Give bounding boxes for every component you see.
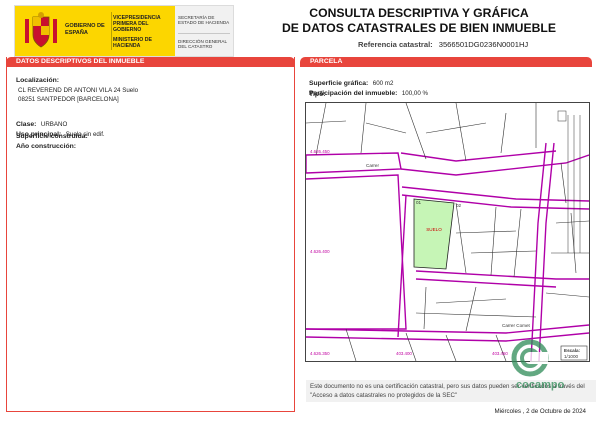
anio-construccion-label: Año construcción: (16, 143, 77, 150)
localizacion-label: Localización: (16, 77, 60, 84)
parcel-header: PARCELA (300, 57, 592, 67)
watermark-text: cocampo (516, 379, 565, 391)
localizacion-line1: CL REVEREND DR ANTONI VILA 24 Suelo (18, 87, 139, 94)
coord-bottom-1: 403.400 (396, 351, 412, 356)
document-date: Miércoles , 2 de Octubre de 2024 (494, 408, 587, 415)
page-title-line1: CONSULTA DESCRIPTIVA Y GRÁFICA (309, 6, 529, 20)
participacion-row: Participación del inmueble: 100,00 % (309, 82, 428, 100)
plot-01-label: 01 (416, 200, 422, 205)
ministerio-label: MINISTERIO DE HACIENDA (113, 37, 152, 50)
reference-value: 3566501DG0236N0001HJ (438, 40, 529, 49)
cadastral-map[interactable]: SUELO 01 02 Carrer Carrer Comet 4.626.45… (305, 102, 590, 362)
localizacion-line2: 08251 SANTPEDOR [BARCELONA] (18, 96, 119, 103)
government-name: GOBIERNO DE ESPAÑA (65, 23, 105, 36)
plot-02-label: 02 (456, 203, 462, 208)
cadastral-map-drawing: SUELO 01 02 Carrer Carrer Comet 4.626.45… (306, 103, 589, 361)
watermark-logo: cocampo (496, 338, 582, 392)
government-header-block: GOBIERNO DE ESPAÑA VICEPRESIDENCIA PRIME… (14, 5, 234, 57)
descriptive-data-header: DATOS DESCRIPTIVOS DEL INMUEBLE (6, 57, 295, 67)
page-title-line2: DE DATOS CATASTRALES DE BIEN INMUEBLE (281, 21, 556, 35)
page-title: CONSULTA DESCRIPTIVA Y GRÁFICA DE DATOS … (244, 6, 594, 36)
participacion-value: 100,00 % (401, 90, 428, 97)
coord-top-left: 4.626.450 (310, 149, 330, 154)
reference-row: Referencia catastral: 3566501DG0236N0001H… (358, 40, 528, 49)
coat-of-arms-icon (25, 12, 57, 48)
vicepresidencia-label: VICEPRESIDENCIA PRIMERA DEL GOBIERNO (113, 15, 161, 34)
header-divider (111, 12, 112, 50)
street-label-2: Carrer Comet (502, 323, 531, 328)
reference-label: Referencia catastral: (358, 40, 433, 49)
descriptive-data-panel: DATOS DESCRIPTIVOS DEL INMUEBLE Localiza… (6, 57, 295, 412)
map-legend (557, 110, 581, 253)
header-separator (178, 33, 230, 34)
tipo-label: Tipo: (309, 91, 326, 98)
coord-mid-left: 4.626.400 (310, 249, 330, 254)
cocampo-logo-icon: cocampo (511, 339, 565, 391)
coord-bottom-left: 4.626.350 (310, 351, 330, 356)
subject-parcel[interactable] (413, 198, 455, 270)
street-label-1: Carrer (366, 163, 379, 168)
superficie-construida-label: Superficie construida: (16, 133, 88, 140)
parcel-label: SUELO (426, 227, 442, 232)
direccion-label: DIRECCIÓN GENERAL DEL CATASTRO (178, 39, 227, 50)
secretaria-label: SECRETARÍA DE ESTADO DE HACIENDA (178, 15, 230, 26)
